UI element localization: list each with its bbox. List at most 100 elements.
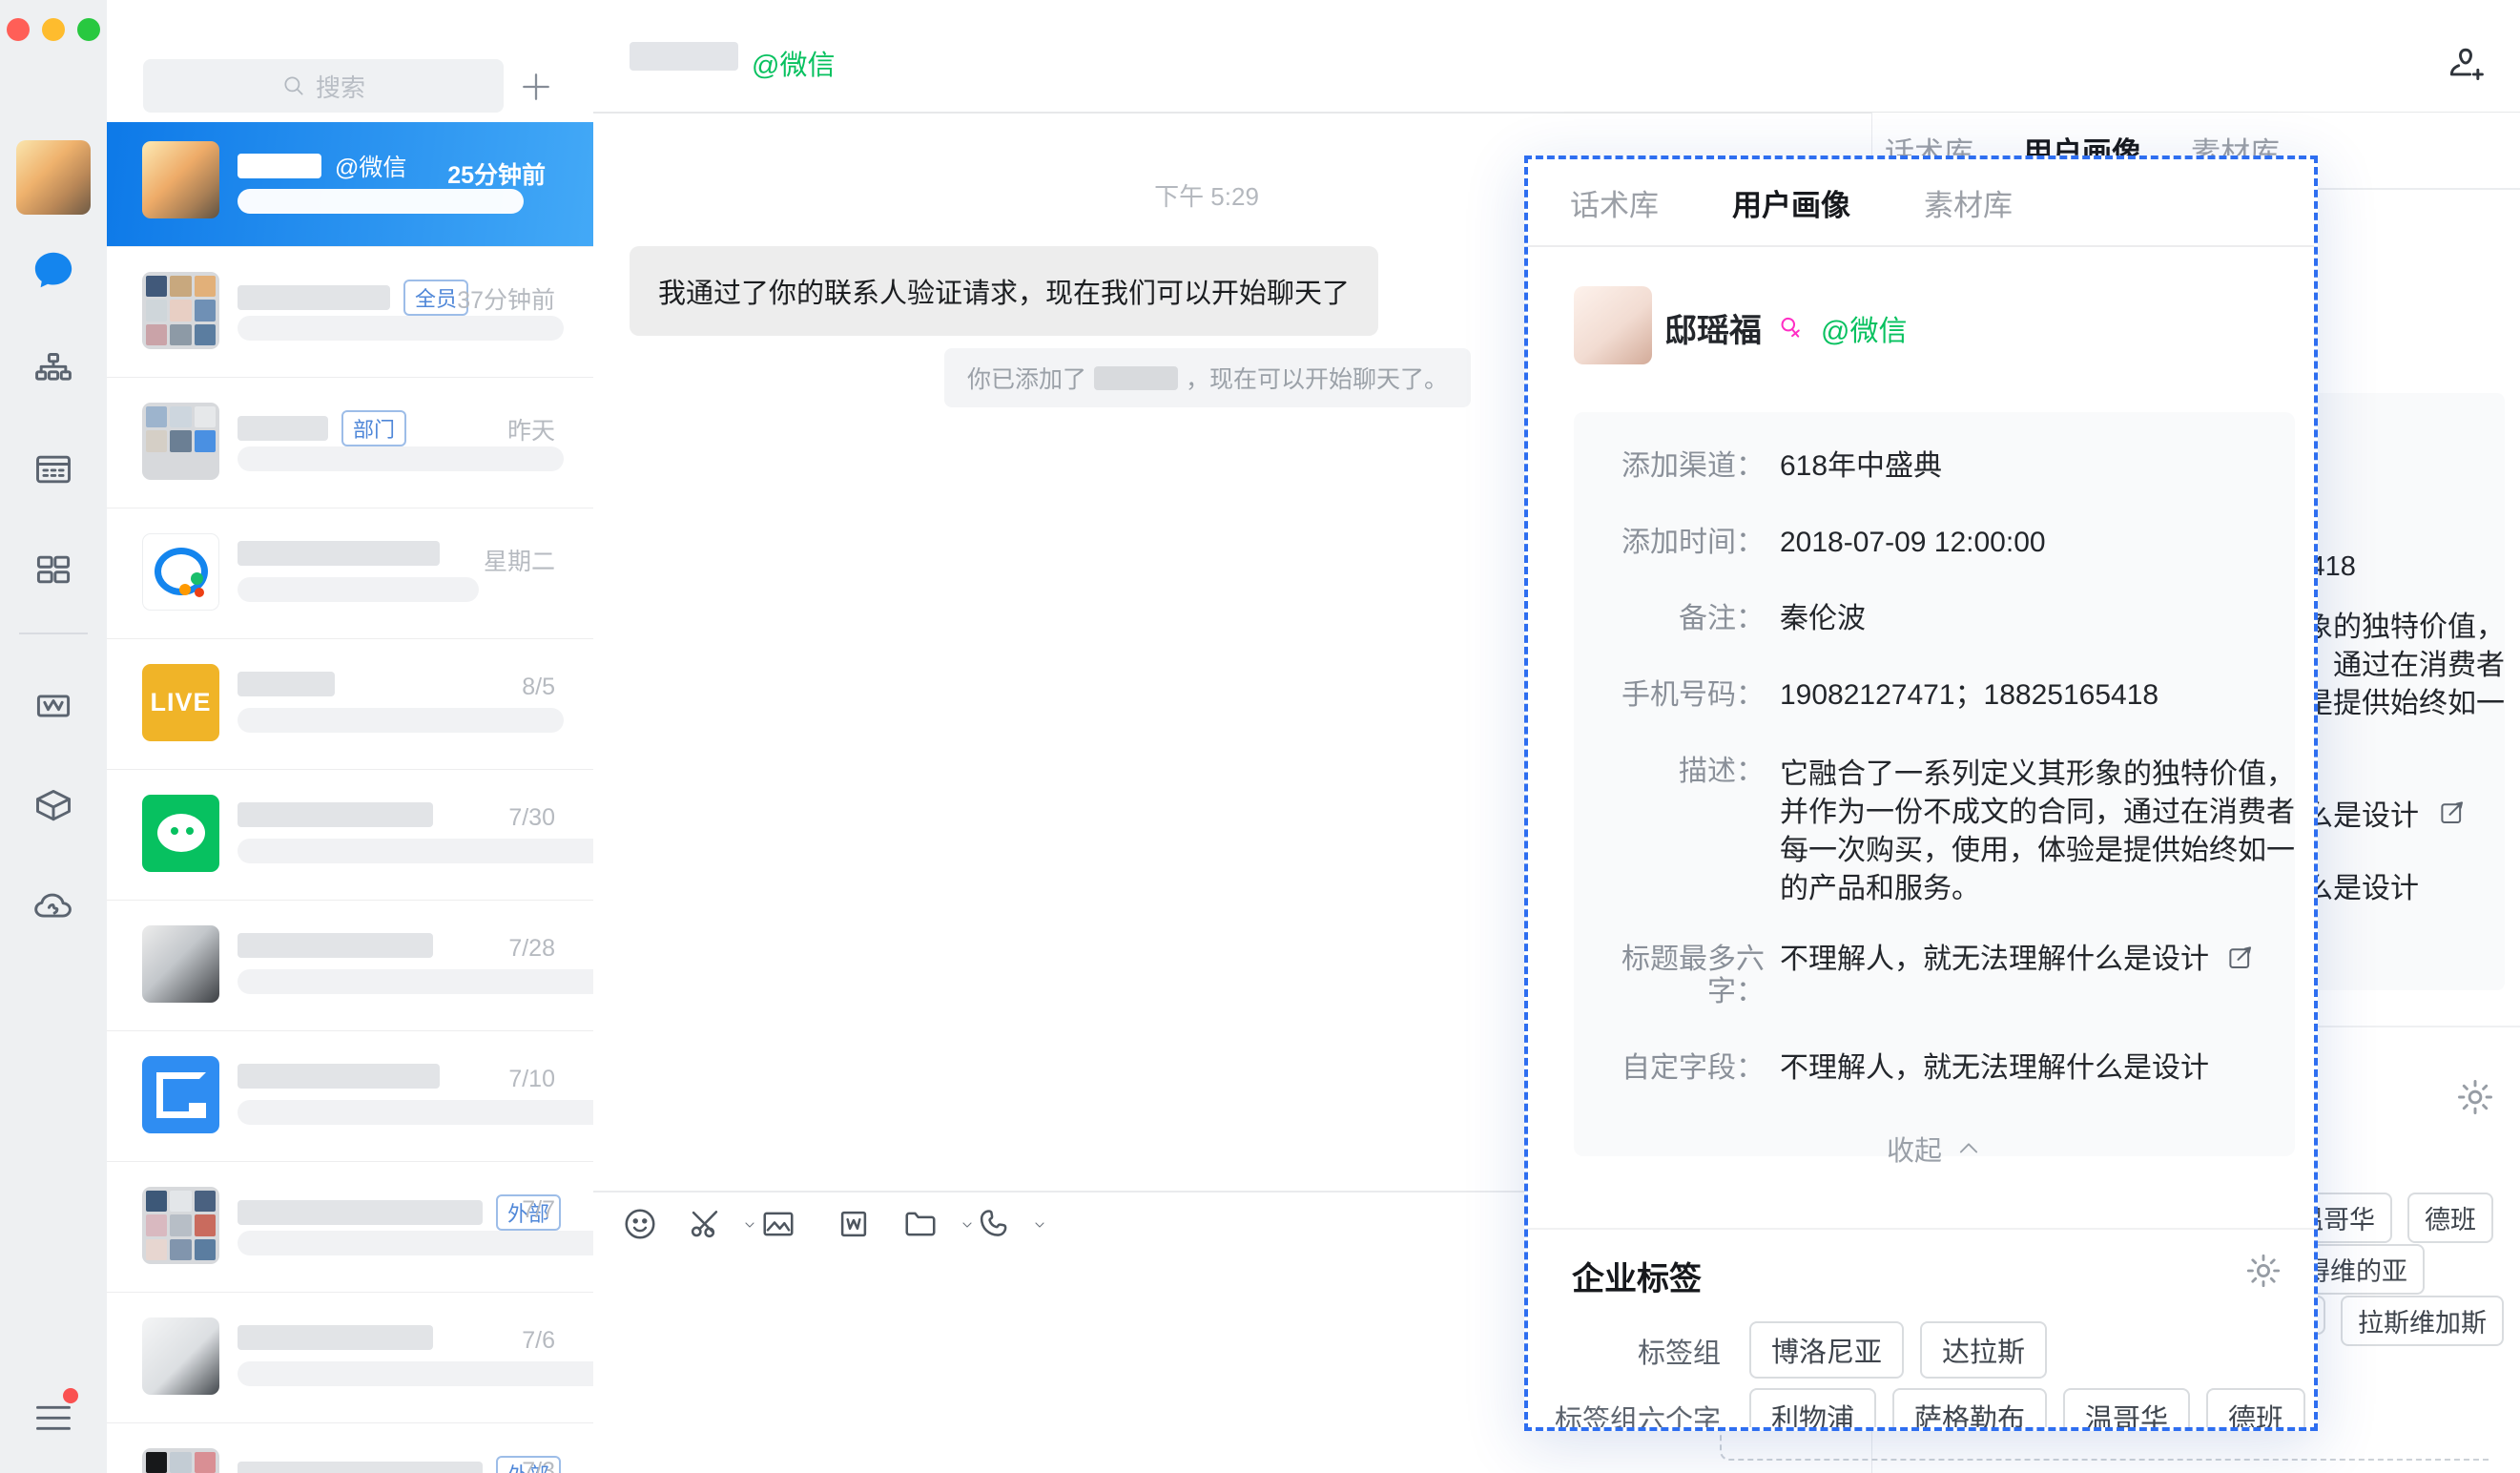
message-placeholder (238, 1231, 593, 1255)
incoming-message: 我通过了你的联系人验证请求，现在我们可以开始聊天了 (630, 246, 1378, 336)
menu-icon[interactable] (32, 1400, 74, 1435)
name-placeholder (238, 1064, 440, 1089)
new-chat-button[interactable] (520, 71, 552, 103)
workbench-icon[interactable] (32, 785, 74, 827)
avatar (142, 272, 219, 349)
search-input[interactable]: 搜索 (143, 59, 504, 113)
chevron-up-icon (1955, 1135, 1982, 1162)
profile-card: 添加渠道： 618年中盛典 添加时间： 2018-07-09 12:00:00 … (1574, 412, 2295, 1156)
tab-素材库[interactable]: 素材库 (1924, 181, 2013, 224)
collapse-button[interactable]: 收起 (1574, 1129, 2295, 1169)
timestamp: 星期二 (484, 543, 555, 577)
field-label: 描述： (1574, 756, 1765, 908)
field-label: 标题最多六字： (1574, 944, 1765, 1008)
field-label: 添加渠道： (1574, 450, 1765, 483)
tab-用户画像[interactable]: 用户画像 (1732, 181, 1850, 224)
timestamp: 7/10 (508, 1066, 555, 1093)
name-placeholder (238, 933, 433, 958)
chevron-down-icon[interactable] (1032, 1217, 1047, 1233)
doc-icon[interactable] (836, 1206, 872, 1242)
tag-chip[interactable]: 博洛尼亚 (1749, 1321, 1904, 1379)
chevron-down-icon[interactable] (960, 1217, 975, 1233)
list-item[interactable]: 外部 7/3 (107, 1422, 593, 1473)
name-suffix: @微信 (335, 149, 406, 183)
timestamp: 7/3 (522, 1458, 555, 1473)
list-item[interactable]: @微信 25分钟前 (107, 122, 593, 246)
notification-dot (63, 1388, 78, 1403)
female-gender-icon (1771, 307, 1811, 347)
list-item[interactable]: 部门 昨天 (107, 377, 593, 508)
close-window-button[interactable] (7, 18, 30, 41)
image-icon[interactable] (760, 1206, 796, 1242)
field-value: 它融合了一系列定义其形象的独特价值，并作为一份不成文的合同，通过在消费者每一次购… (1780, 756, 2295, 908)
emoji-icon[interactable] (622, 1206, 658, 1242)
folder-icon[interactable] (902, 1206, 939, 1242)
profile-field-row: 手机号码： 19082127471；18825165418 (1574, 679, 2295, 712)
message-placeholder (238, 446, 564, 471)
message-placeholder (238, 577, 479, 602)
tag-chip[interactable]: 德班 (2206, 1388, 2305, 1431)
call-icon[interactable] (975, 1206, 1011, 1242)
edit-icon[interactable] (2438, 799, 2467, 827)
timestamp: 7/7 (522, 1196, 555, 1224)
list-item[interactable]: 外部 7/7 (107, 1161, 593, 1292)
list-item[interactable]: 全员 37分钟前 (107, 246, 593, 377)
cloud-call-icon[interactable] (32, 885, 74, 927)
name-placeholder (238, 672, 335, 696)
chats-icon[interactable] (31, 248, 75, 292)
field-value: 618年中盛典 (1780, 450, 2295, 483)
tab-话术库[interactable]: 话术库 (1570, 181, 1659, 224)
avatar (142, 403, 219, 480)
name-placeholder (238, 541, 440, 566)
system-message-suffix: ，现在可以开始聊天了。 (1186, 361, 1448, 395)
edit-icon[interactable] (2226, 944, 2255, 972)
profile-field-row: 添加渠道： 618年中盛典 (1574, 450, 2295, 483)
list-item[interactable]: 星期二 (107, 508, 593, 638)
field-label: 添加时间： (1574, 527, 1765, 559)
tag-chip[interactable]: 温哥华 (2063, 1388, 2190, 1431)
timestamp: 8/5 (522, 674, 555, 701)
tag-chip[interactable]: 萨格勒布 (1892, 1388, 2047, 1431)
gear-icon[interactable] (2243, 1251, 2283, 1291)
profile-field-row: 描述： 它融合了一系列定义其形象的独特价值，并作为一份不成文的合同，通过在消费者… (1574, 756, 2295, 908)
system-message-prefix: 你已添加了 (967, 361, 1086, 395)
field-value: 不理解人，就无法理解什么是设计 (1780, 1052, 2295, 1085)
system-name-placeholder (1094, 366, 1178, 390)
list-item[interactable]: 7/30 (107, 769, 593, 900)
docs-icon[interactable] (32, 685, 74, 727)
message-placeholder (238, 839, 593, 863)
list-item[interactable]: 7/6 (107, 1292, 593, 1422)
schedule-icon[interactable] (32, 448, 74, 490)
gear-icon[interactable] (2454, 1076, 2496, 1118)
profile-account: @微信 (1821, 307, 1907, 349)
field-label: 自定字段： (1574, 1052, 1765, 1085)
tag-group-label: 标签组六个字 (1528, 1388, 1721, 1431)
list-item[interactable]: 7/28 (107, 900, 593, 1030)
profile-tabs: 话术库 用户画像 素材库 (1528, 159, 2314, 247)
add-contact-icon[interactable] (2445, 42, 2487, 84)
tag-chip[interactable]: 利物浦 (1749, 1388, 1876, 1431)
tag-chip[interactable]: 达拉斯 (1920, 1321, 2047, 1379)
apps-grid-icon[interactable] (32, 549, 74, 591)
message-placeholder (238, 708, 564, 733)
field-label: 手机号码： (1574, 679, 1765, 712)
timestamp: 25分钟前 (447, 156, 546, 191)
message-placeholder (238, 316, 564, 341)
contacts-icon[interactable] (32, 349, 74, 391)
list-item[interactable]: LIVE 8/5 (107, 638, 593, 769)
profile-field-row: 添加时间： 2018-07-09 12:00:00 (1574, 527, 2295, 559)
list-item[interactable]: 7/10 (107, 1030, 593, 1161)
field-label: 备注： (1574, 603, 1765, 635)
user-avatar[interactable] (16, 140, 91, 215)
timestamp: 7/6 (522, 1327, 555, 1355)
name-placeholder (238, 154, 321, 178)
chevron-down-icon[interactable] (742, 1217, 757, 1233)
minimize-window-button[interactable] (42, 18, 65, 41)
avatar (142, 795, 219, 872)
zoom-window-button[interactable] (77, 18, 100, 41)
profile-fields: 添加渠道： 618年中盛典 添加时间： 2018-07-09 12:00:00 … (1574, 450, 2295, 1085)
profile-avatar (1574, 286, 1652, 364)
avatar (142, 1448, 219, 1473)
profile-field-row: 标题最多六字： 不理解人，就无法理解什么是设计 (1574, 944, 2295, 1008)
screenshot-icon[interactable] (687, 1206, 723, 1242)
